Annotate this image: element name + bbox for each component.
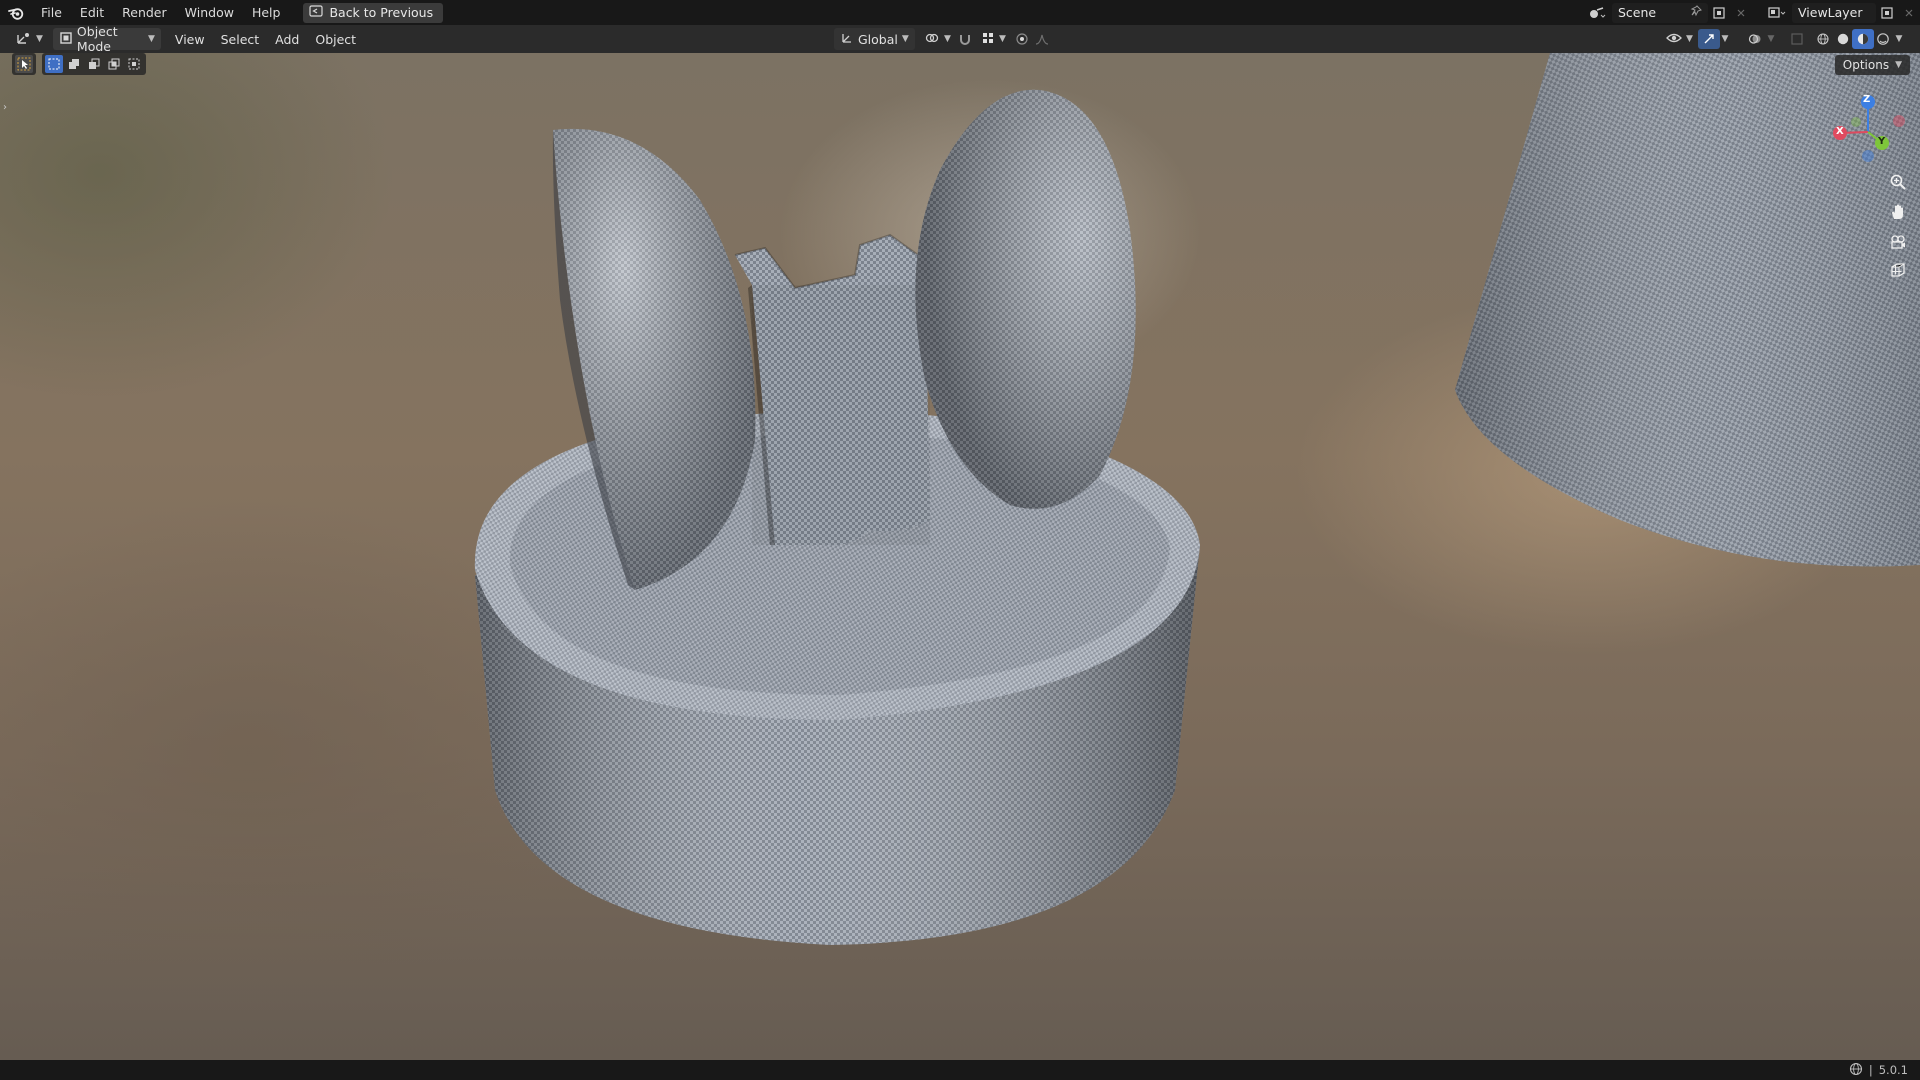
topbar-right-group: Scene ViewLayer	[1582, 0, 1920, 25]
select-extend-icon[interactable]	[65, 55, 83, 73]
viewport-toolbar-row	[12, 53, 146, 75]
chevron-down-icon: ▼	[148, 34, 155, 44]
3d-viewport-icon	[16, 31, 32, 48]
delete-view-layer-icon[interactable]	[1898, 3, 1920, 23]
gizmo-y-label: Y	[1878, 136, 1886, 147]
menu-window[interactable]: Window	[176, 0, 243, 25]
scene-name: Scene	[1618, 5, 1657, 20]
sidebar-toggle-icon[interactable]: ›	[0, 98, 10, 116]
status-separator: |	[1868, 1063, 1873, 1077]
pin-icon[interactable]	[1690, 5, 1702, 20]
screen-back-icon	[309, 5, 324, 20]
select-tool-icon[interactable]	[15, 55, 33, 73]
menu-object[interactable]: Object	[309, 28, 362, 50]
network-globe-icon[interactable]	[1849, 1062, 1863, 1079]
zoom-icon[interactable]	[1886, 170, 1910, 194]
chevron-down-icon: ▼	[36, 34, 43, 44]
menu-file[interactable]: File	[32, 0, 71, 25]
snap-magnet-icon[interactable]	[954, 29, 976, 49]
new-scene-icon[interactable]	[1708, 3, 1730, 23]
show-gizmo-icon[interactable]	[1698, 29, 1720, 49]
scene-render	[474, 53, 1920, 945]
active-tool-group	[12, 53, 36, 75]
selection-mode-group	[42, 53, 146, 75]
blender-logo-icon[interactable]	[0, 0, 32, 25]
select-new-icon[interactable]	[45, 55, 63, 73]
scene-selector-icon[interactable]	[1582, 3, 1612, 23]
view-layer-selector-icon[interactable]	[1762, 3, 1792, 23]
transform-orientation-dropdown[interactable]: Global ▼	[834, 28, 915, 50]
3d-viewport[interactable]: ›	[0, 53, 1920, 1060]
mode-dropdown[interactable]: Object Mode ▼	[52, 24, 161, 54]
back-to-previous-label: Back to Previous	[329, 5, 434, 20]
camera-view-icon[interactable]	[1886, 230, 1910, 254]
material-preview-shading-icon[interactable]	[1852, 29, 1874, 49]
chevron-down-icon: ▼	[901, 34, 909, 44]
overlays-dropdown-icon[interactable]: ▼	[1764, 29, 1778, 49]
xray-toggle-icon[interactable]	[1786, 29, 1808, 49]
shading-dropdown-icon[interactable]: ▼	[1892, 29, 1906, 49]
back-to-previous-button[interactable]: Back to Previous	[303, 2, 444, 23]
snap-grid-icon	[981, 31, 995, 48]
select-invert-icon[interactable]	[105, 55, 123, 73]
menu-view[interactable]: View	[169, 28, 211, 50]
menu-edit[interactable]: Edit	[71, 0, 113, 25]
pivot-link-icon	[924, 31, 940, 48]
top-menu-bar: File Edit Render Window Help Back to Pre…	[0, 0, 1920, 25]
select-subtract-icon[interactable]	[85, 55, 103, 73]
pan-hand-icon[interactable]	[1886, 200, 1910, 224]
show-overlays-icon[interactable]	[1744, 29, 1766, 49]
options-dropdown[interactable]: Options ▼	[1834, 55, 1910, 75]
rendered-shading-icon[interactable]	[1872, 29, 1894, 49]
snap-target-dropdown[interactable]: ▼	[975, 28, 1012, 50]
version-label: 5.0.1	[1878, 1063, 1908, 1077]
menu-render[interactable]: Render	[113, 0, 176, 25]
delete-scene-icon[interactable]	[1730, 3, 1752, 23]
new-view-layer-icon[interactable]	[1876, 3, 1898, 23]
status-bar: | 5.0.1	[0, 1060, 1920, 1080]
chevron-down-icon: ▼	[999, 34, 1006, 44]
proportional-editing-icon[interactable]	[1011, 29, 1033, 49]
select-intersect-icon[interactable]	[125, 55, 143, 73]
viewport-header: ▼ Object Mode ▼ View Select Add Object G…	[0, 24, 1920, 54]
chevron-down-icon: ▼	[1895, 60, 1902, 70]
menu-add[interactable]: Add	[269, 28, 305, 50]
navigation-gizmo[interactable]: Z X Y	[1826, 88, 1908, 166]
menu-select[interactable]: Select	[215, 28, 266, 50]
mode-label: Object Mode	[76, 24, 118, 54]
object-visibility-dropdown[interactable]: ▼	[1660, 28, 1699, 50]
orthographic-grid-icon[interactable]	[1886, 258, 1910, 282]
menu-help[interactable]: Help	[243, 0, 290, 25]
transform-orientation-label: Global	[858, 31, 898, 47]
eye-icon	[1666, 31, 1682, 48]
chevron-down-icon: ▼	[1686, 34, 1693, 44]
options-label: Options	[1842, 58, 1890, 72]
solid-shading-icon[interactable]	[1832, 29, 1854, 49]
pivot-point-dropdown[interactable]: ▼	[918, 28, 957, 50]
center-block-object	[734, 233, 930, 546]
gizmo-z-label: Z	[1863, 94, 1871, 105]
editor-type-dropdown[interactable]: ▼	[10, 28, 49, 50]
wireframe-shading-icon[interactable]	[1812, 29, 1834, 49]
chevron-down-icon: ▼	[944, 34, 951, 44]
view-layer-name: ViewLayer	[1798, 5, 1863, 20]
object-mode-icon	[59, 31, 73, 48]
view-layer-name-field[interactable]: ViewLayer	[1792, 2, 1876, 23]
falloff-curve-icon[interactable]	[1032, 29, 1054, 49]
gizmo-x-label: X	[1836, 126, 1844, 137]
scene-name-field[interactable]: Scene	[1612, 2, 1708, 23]
gizmo-dropdown-icon[interactable]: ▼	[1718, 29, 1732, 49]
orientation-axes-icon	[840, 31, 854, 48]
